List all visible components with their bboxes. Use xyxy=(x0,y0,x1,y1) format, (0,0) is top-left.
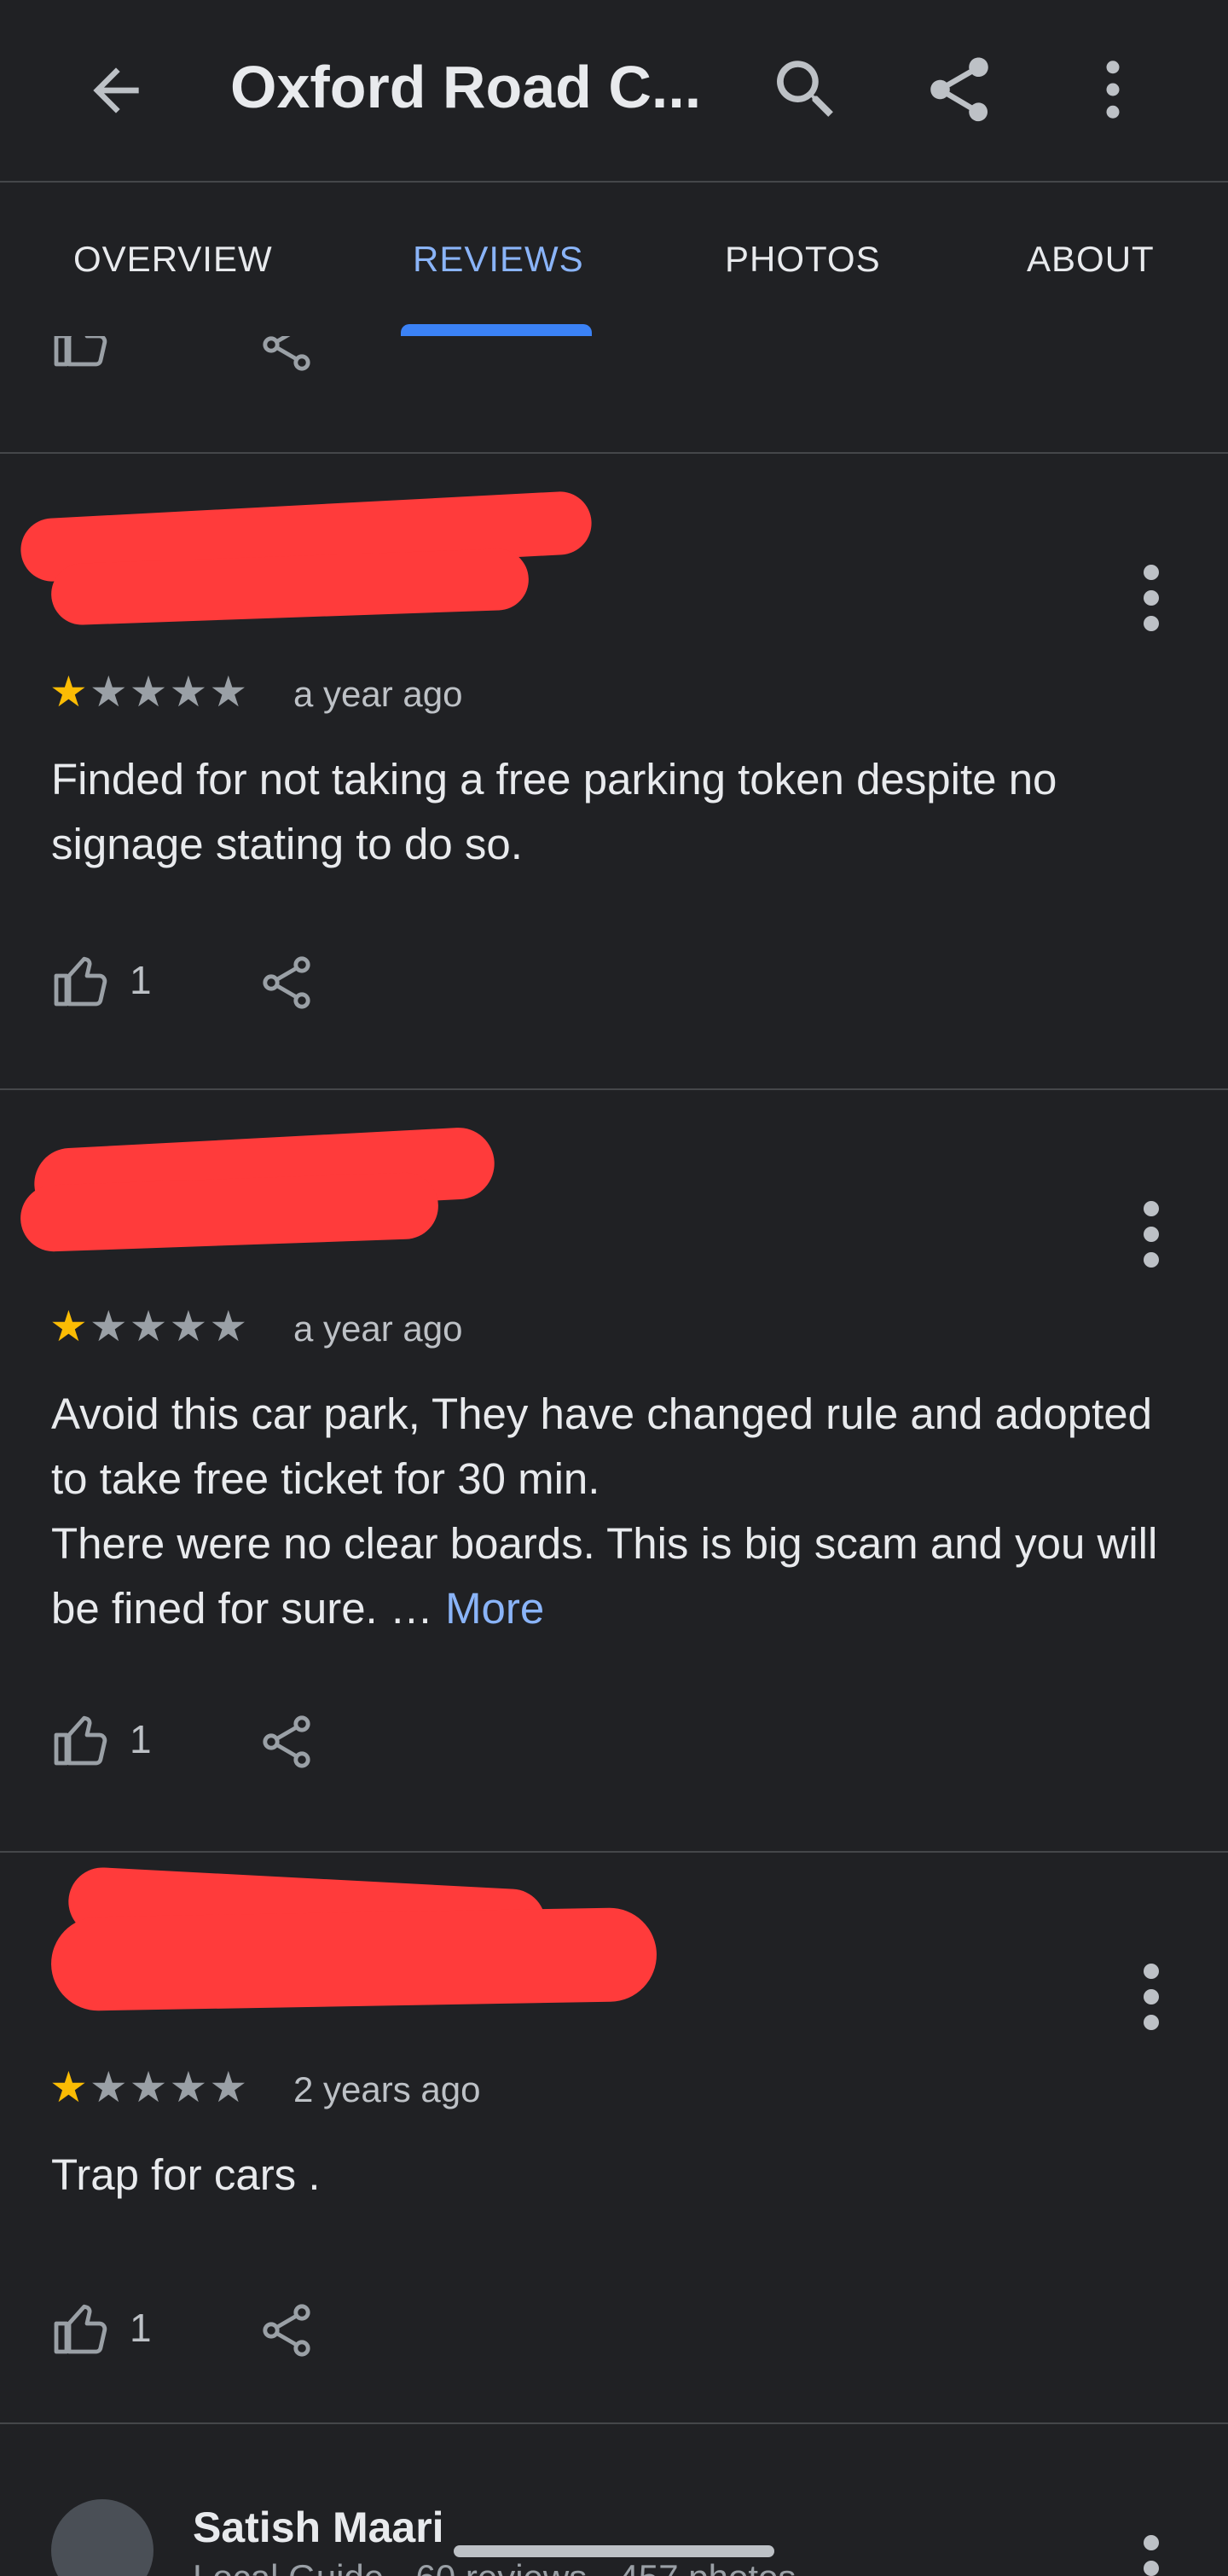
star-icon: ★ xyxy=(89,668,128,716)
share-icon[interactable] xyxy=(256,2300,317,2361)
star-icon: ★ xyxy=(89,1303,128,1350)
star-icon: ★ xyxy=(209,2063,248,2111)
review-text: Trap for cars . xyxy=(51,2150,321,2199)
review-actions: 1 xyxy=(51,950,392,1018)
star-icon: ★ xyxy=(209,1303,248,1350)
review-time: a year ago xyxy=(293,1308,463,1349)
share-icon[interactable] xyxy=(256,336,317,375)
tab-overview[interactable]: OVERVIEW xyxy=(73,239,273,280)
review-actions: 1 xyxy=(51,1709,392,1778)
reviews-list[interactable]: ★ ★ ★ ★ ★ a year ago Finded for not taki… xyxy=(0,336,1228,2576)
review-time: a year ago xyxy=(293,674,463,714)
star-icon: ★ xyxy=(49,2063,88,2111)
share-icon[interactable] xyxy=(256,1711,317,1772)
star-icon: ★ xyxy=(129,668,168,716)
back-arrow-icon[interactable] xyxy=(82,56,150,125)
share-icon[interactable] xyxy=(256,952,317,1013)
star-rating: ★ ★ ★ ★ ★ xyxy=(49,670,247,713)
redacted-reviewer xyxy=(19,1171,440,1253)
more-vert-icon[interactable] xyxy=(1074,51,1151,128)
review-text: Avoid this car park, They have changed r… xyxy=(51,1382,1177,1641)
avatar[interactable] xyxy=(51,2499,154,2576)
tab-photos[interactable]: PHOTOS xyxy=(725,239,881,280)
review-text-line: Avoid this car park, They have changed r… xyxy=(51,1390,1152,1503)
page-title: Oxford Road C... xyxy=(230,54,702,120)
review-text: Finded for not taking a free parking tok… xyxy=(51,755,1057,868)
reviewer-subtitle: Local Guide · 60 reviews · 457 photos xyxy=(193,2557,796,2576)
more-link[interactable]: More xyxy=(445,1584,544,1633)
review-card: ★ ★ ★ ★ ★ 2 years ago Trap for cars . 1 xyxy=(0,1853,1228,2422)
star-rating: ★ ★ ★ ★ ★ xyxy=(49,2066,247,2109)
review-actions: 1 xyxy=(51,2298,392,2366)
like-count: 1 xyxy=(130,1717,152,1761)
like-count: 1 xyxy=(130,2306,152,2350)
gesture-nav-handle[interactable] xyxy=(454,2545,774,2557)
share-icon[interactable] xyxy=(921,51,998,128)
reviewer-name[interactable]: Satish Maari xyxy=(193,2503,444,2552)
thumbs-up-icon[interactable] xyxy=(51,336,113,372)
star-icon: ★ xyxy=(169,668,208,716)
star-rating: ★ ★ ★ ★ ★ xyxy=(49,1305,247,1348)
review-card: ★ ★ ★ ★ ★ a year ago Avoid this car park… xyxy=(0,1090,1228,1851)
tab-bar: OVERVIEW REVIEWS PHOTOS ABOUT xyxy=(0,183,1228,336)
thumbs-up-icon[interactable] xyxy=(51,2298,113,2359)
more-vert-icon[interactable] xyxy=(1134,1958,1168,2035)
star-icon: ★ xyxy=(169,1303,208,1350)
review-text-line: There were no clear boards. This is big … xyxy=(51,1519,1158,1633)
star-icon: ★ xyxy=(129,2063,168,2111)
more-vert-icon[interactable] xyxy=(1134,1196,1168,1273)
app-bar: Oxford Road C... xyxy=(0,0,1228,181)
search-icon[interactable] xyxy=(768,51,844,128)
star-icon: ★ xyxy=(169,2063,208,2111)
star-icon: ★ xyxy=(129,1303,168,1350)
star-icon: ★ xyxy=(49,1303,88,1350)
star-icon: ★ xyxy=(89,2063,128,2111)
like-count: 1 xyxy=(130,958,152,1002)
thumbs-up-icon[interactable] xyxy=(51,950,113,1012)
star-icon: ★ xyxy=(49,668,88,716)
tab-about[interactable]: ABOUT xyxy=(1027,239,1155,280)
more-vert-icon[interactable] xyxy=(1134,560,1168,636)
star-icon: ★ xyxy=(209,668,248,716)
thumbs-up-icon[interactable] xyxy=(51,1709,113,1771)
tab-reviews[interactable]: REVIEWS xyxy=(413,239,584,280)
review-card: ★ ★ ★ ★ ★ a year ago Finded for not taki… xyxy=(0,454,1228,1088)
redacted-reviewer xyxy=(50,1906,657,2012)
more-vert-icon[interactable] xyxy=(1134,2530,1168,2576)
review-time: 2 years ago xyxy=(293,2069,481,2109)
active-tab-indicator xyxy=(401,324,592,336)
